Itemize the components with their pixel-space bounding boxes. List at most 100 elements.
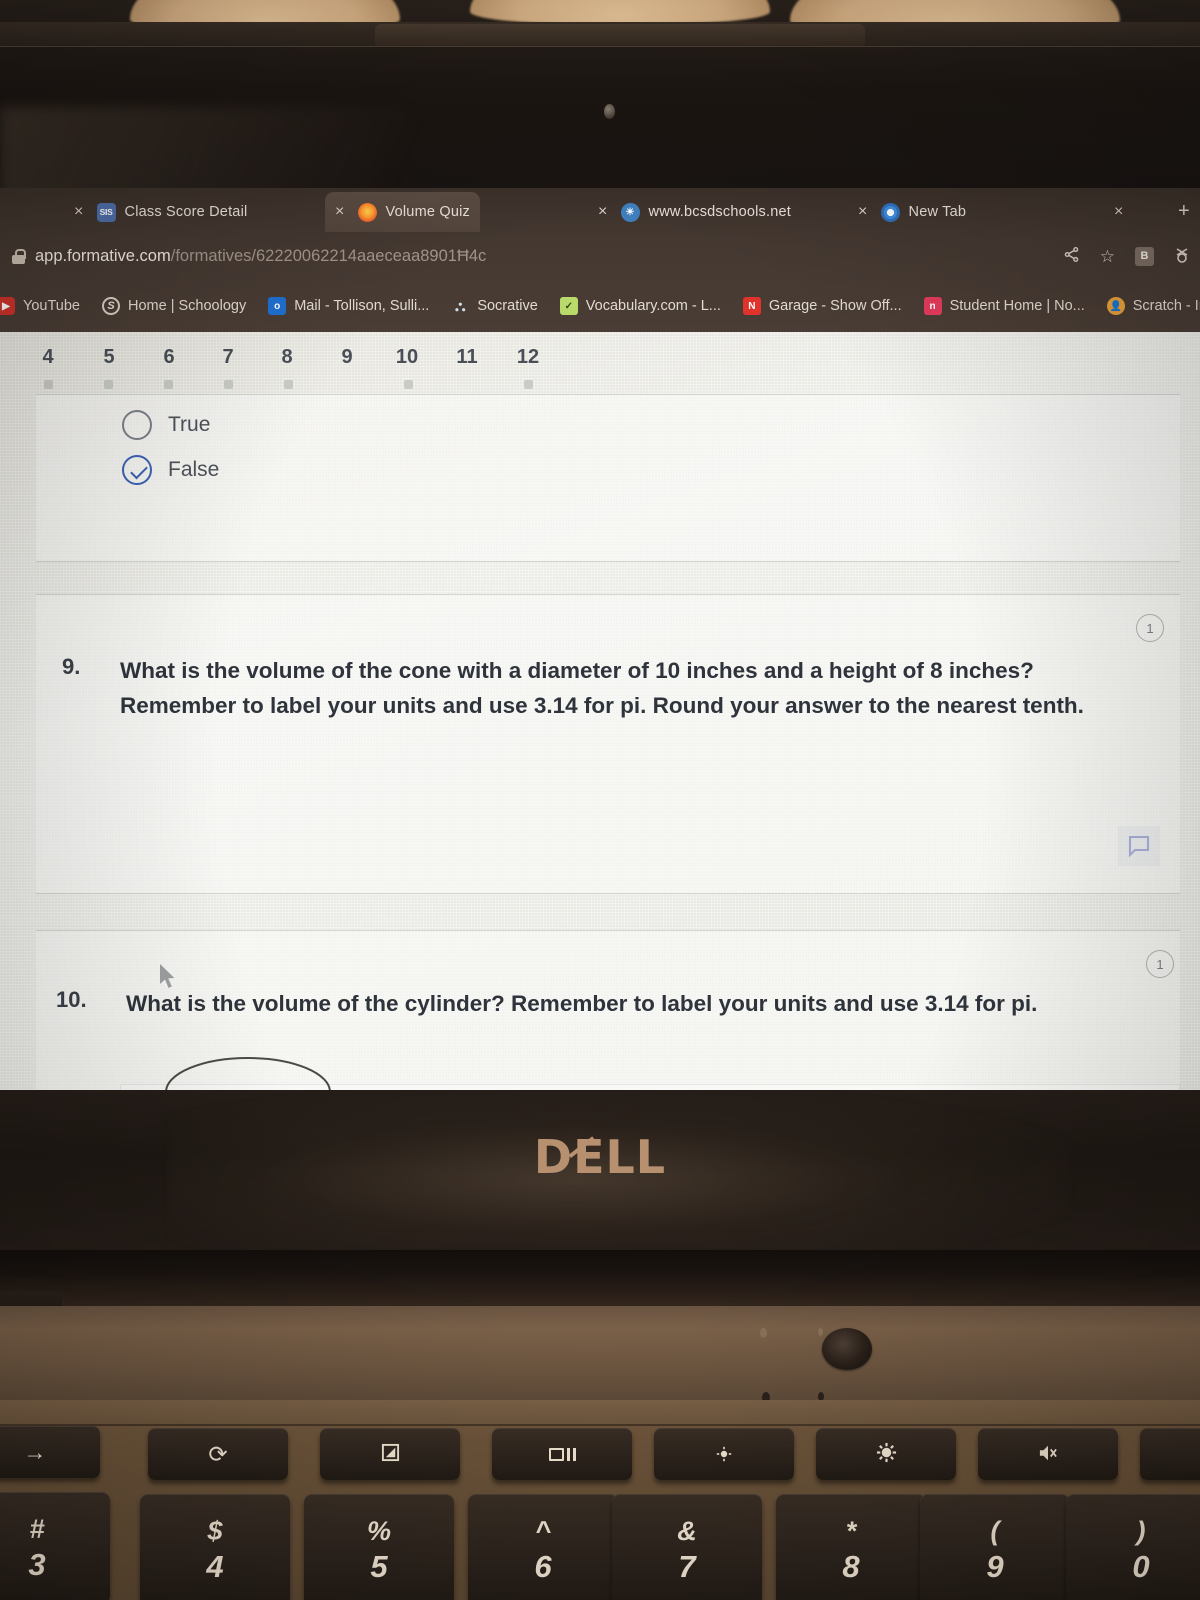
browser-tab-bcsdschools[interactable]: × ☀ www.bcsdschools.net — [588, 192, 801, 232]
brightness-down-key[interactable] — [654, 1428, 794, 1480]
question-card-9 — [36, 594, 1180, 894]
arrow-right-icon: → — [23, 1438, 47, 1465]
address-bar[interactable]: app.formative.com/formatives/62220062214… — [0, 232, 1200, 280]
question-nav-6[interactable]: 6 — [152, 346, 186, 369]
question-nav-7[interactable]: 7 — [211, 346, 245, 369]
key-digit: 7 — [678, 1549, 696, 1584]
key-9[interactable]: ( 9 — [920, 1494, 1070, 1600]
brightness-up-key[interactable] — [816, 1428, 956, 1480]
key-3[interactable]: # 3 — [0, 1492, 110, 1600]
bookmark-student-home-nearpod[interactable]: n Student Home | No... — [913, 297, 1096, 315]
reload-icon: ⟳ — [208, 1440, 228, 1467]
tab-close-last[interactable]: × — [1104, 192, 1138, 232]
reload-key[interactable]: ⟳ — [148, 1428, 288, 1480]
question-nav-5[interactable]: 5 — [92, 346, 126, 369]
bookmark-label: Mail - Tollison, Sulli... — [294, 298, 430, 314]
question-number: 9. — [62, 654, 81, 679]
brightness-down-icon — [716, 1443, 732, 1466]
laptop-deck — [0, 1306, 1200, 1410]
schoology-icon: S — [101, 297, 120, 315]
tab-close-icon[interactable]: × — [858, 203, 872, 221]
volume-key[interactable] — [1140, 1428, 1200, 1480]
question-nav-4[interactable]: 4 — [31, 346, 65, 369]
extension-badge[interactable]: B — [1135, 246, 1154, 266]
question-10-row: 10. What is the volume of the cylinder? … — [56, 987, 1136, 1022]
key-digit: 3 — [28, 1547, 46, 1582]
radio-unselected-icon[interactable] — [122, 410, 152, 440]
question-nav-8[interactable]: 8 — [270, 346, 304, 369]
forward-key[interactable]: → — [0, 1426, 100, 1478]
tab-close-icon[interactable]: × — [335, 203, 349, 221]
key-8[interactable]: * 8 — [776, 1494, 926, 1600]
option-label: False — [168, 458, 220, 481]
bookmark-label: Student Home | No... — [949, 298, 1085, 314]
profile-menu-icon[interactable] — [1174, 246, 1190, 267]
tab-close-icon[interactable]: × — [598, 203, 612, 221]
overview-key[interactable] — [492, 1428, 632, 1480]
key-7[interactable]: & 7 — [612, 1494, 762, 1600]
bookmark-schoology[interactable]: S Home | Schoology — [91, 297, 257, 315]
key-symbol: ^ — [535, 1516, 551, 1546]
option-label: True — [168, 413, 211, 436]
fullscreen-key[interactable] — [320, 1428, 460, 1480]
bookmark-scratch[interactable]: 👤 Scratch - Imagine, — [1096, 297, 1200, 315]
question-navigation: 4 5 6 7 8 9 10 11 12 — [0, 332, 1200, 394]
question-text: What is the volume of the cylinder? Reme… — [126, 991, 1038, 1016]
key-symbol: ( — [990, 1516, 1000, 1546]
vocabulary-icon: ✓ — [559, 297, 578, 315]
screen-bezel-top — [0, 46, 1200, 207]
bookmark-garage-newsela[interactable]: N Garage - Show Off... — [732, 297, 913, 315]
url-text: app.formative.com/formatives/62220062214… — [35, 247, 486, 266]
share-icon[interactable] — [1063, 246, 1080, 266]
tab-title: Class Score Detail — [124, 204, 248, 220]
url-path: /formatives/62220062214aaeceaa8901Ħ4c — [170, 246, 487, 265]
question-nav-dot — [404, 380, 413, 389]
bookmark-youtube[interactable]: ▶ YouTube — [0, 297, 91, 315]
browser-tab-new-tab[interactable]: × New Tab — [848, 192, 976, 232]
laptop-lid-handle — [375, 24, 865, 46]
question-nav-9[interactable]: 9 — [330, 346, 364, 369]
deck-led-1 — [760, 1328, 767, 1338]
wall-light-2 — [470, 0, 770, 24]
new-tab-button[interactable]: + — [1178, 200, 1190, 223]
question-number: 10. — [56, 987, 87, 1012]
key-symbol: ) — [1136, 1516, 1146, 1546]
key-digit: 6 — [534, 1549, 552, 1584]
laptop-hinge — [0, 1250, 1200, 1312]
deck-led-2 — [818, 1328, 823, 1336]
key-5[interactable]: % 5 — [304, 1494, 454, 1600]
dell-logo: DELL — [0, 1130, 1200, 1184]
browser-tab-class-score-detail[interactable]: × SIS Class Score Detail — [64, 192, 257, 232]
bookmark-star-icon[interactable]: ☆ — [1100, 248, 1115, 265]
key-symbol: # — [29, 1514, 45, 1544]
fullscreen-icon — [381, 1443, 400, 1466]
mute-key[interactable] — [978, 1428, 1118, 1480]
bookmark-label: Garage - Show Off... — [768, 298, 902, 314]
bookmark-vocabulary[interactable]: ✓ Vocabulary.com - L... — [549, 297, 732, 315]
answer-option-false[interactable]: False — [122, 455, 219, 485]
key-6[interactable]: ^ 6 — [468, 1494, 618, 1600]
bookmark-label: Socrative — [477, 298, 538, 314]
question-nav-dot — [524, 380, 533, 389]
answer-option-true[interactable]: True — [122, 410, 210, 440]
question-nav-10[interactable]: 10 — [390, 346, 424, 369]
browser-tab-volume-quiz[interactable]: × Volume Quiz — [325, 192, 480, 232]
bookmark-outlook-mail[interactable]: o Mail - Tollison, Sulli... — [257, 297, 440, 315]
key-0[interactable]: ) 0 — [1066, 1494, 1200, 1600]
bookmarks-bar: ▶ YouTube S Home | Schoology o Mail - To… — [0, 280, 1200, 332]
bookmark-socrative[interactable]: ⛬ Socrative — [440, 297, 548, 315]
power-button[interactable] — [822, 1328, 872, 1370]
key-4[interactable]: $ 4 — [140, 1494, 290, 1600]
question-nav-12[interactable]: 12 — [511, 346, 545, 369]
formative-icon — [357, 202, 377, 222]
tab-close-icon[interactable]: × — [74, 203, 88, 221]
tab-close-icon[interactable]: × — [1114, 203, 1128, 221]
key-digit: 5 — [370, 1549, 388, 1584]
radio-selected-icon[interactable] — [122, 455, 152, 485]
url-host: app.formative.com — [35, 246, 171, 265]
tab-title: www.bcsdschools.net — [648, 204, 791, 220]
tab-title: New Tab — [908, 204, 967, 220]
question-text: What is the volume of the cone with a di… — [120, 658, 1084, 718]
question-nav-11[interactable]: 11 — [450, 346, 484, 369]
question-nav-dot — [164, 380, 173, 389]
